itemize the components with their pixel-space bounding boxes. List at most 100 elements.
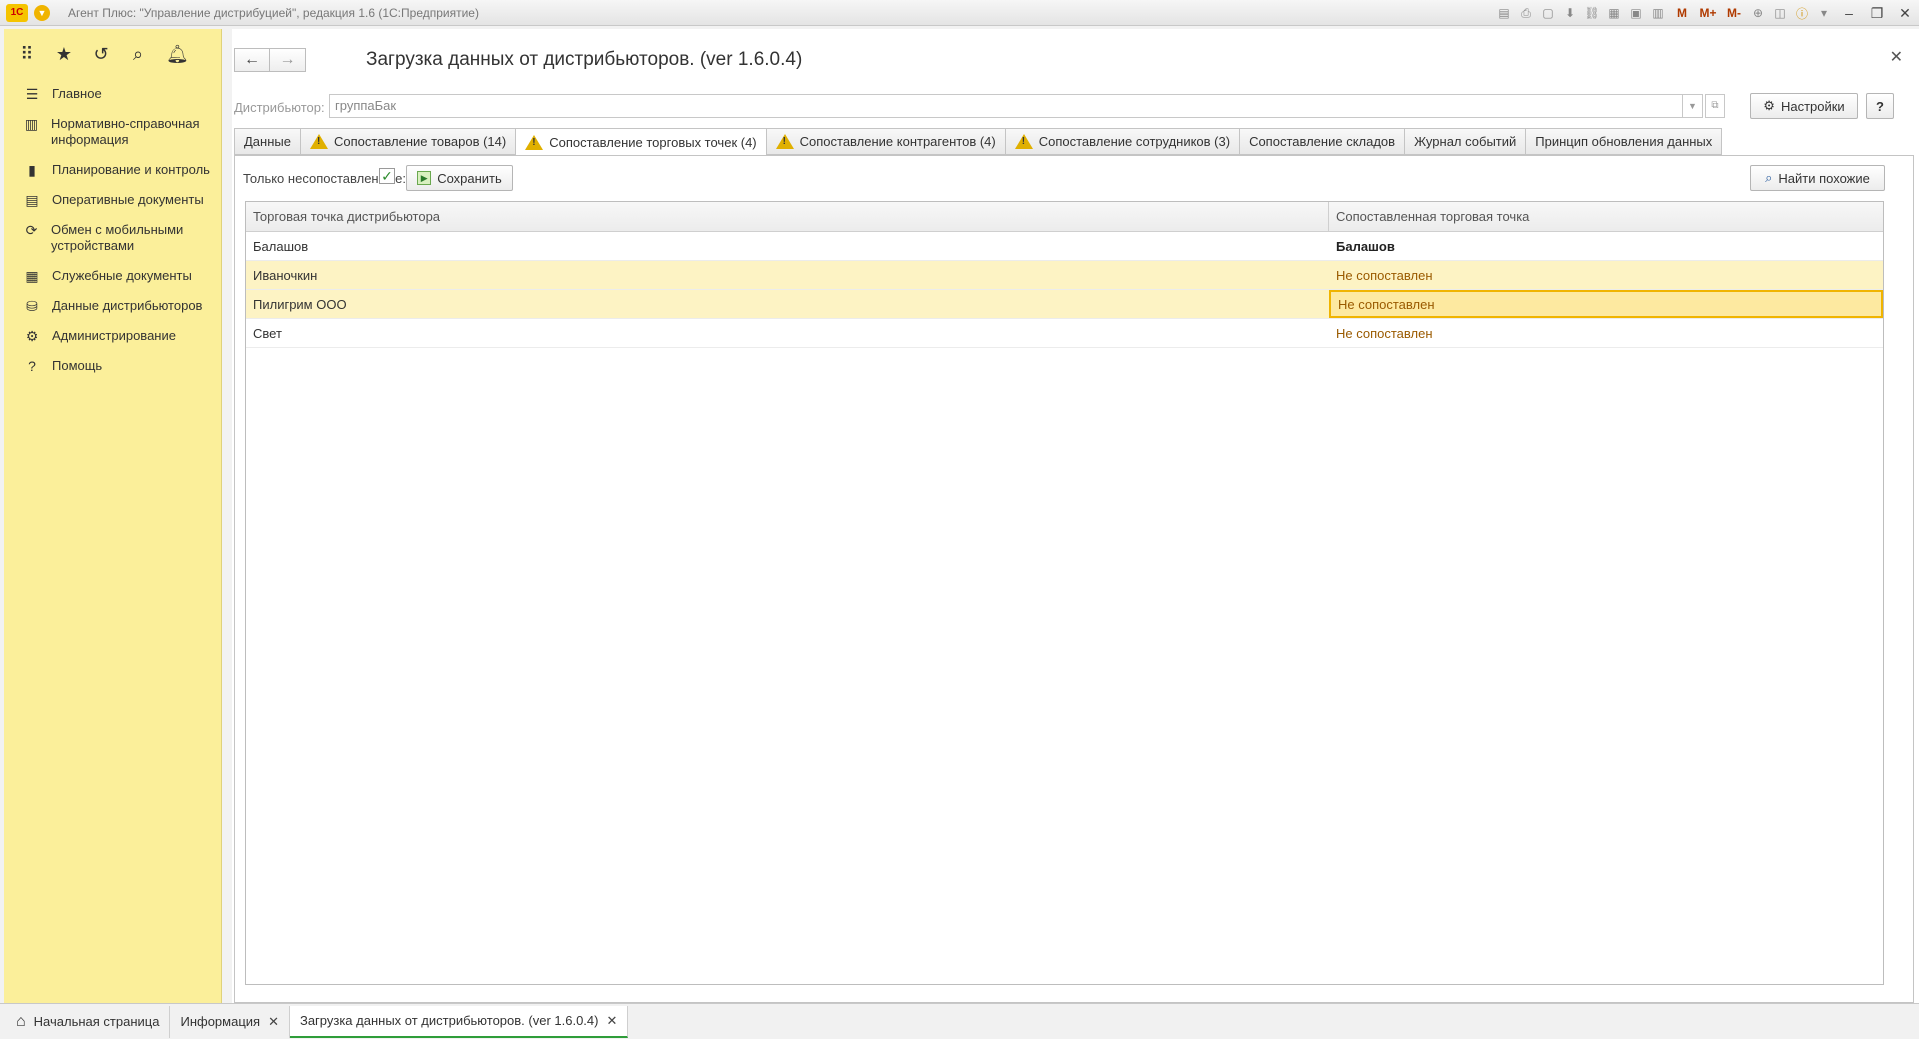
settings-button[interactable]: ⚙ Настройки [1750,93,1858,119]
cell-matched-outlet[interactable]: Не сопоставлен [1329,261,1883,289]
tab[interactable]: Сопоставление сотрудников (3) [1004,128,1240,155]
help-button[interactable]: ? [1866,93,1894,119]
forward-button[interactable]: → [270,48,306,72]
window-title: Агент Плюс: "Управление дистрибуцией", р… [68,5,479,20]
table-row[interactable]: Иваночкин Не сопоставлен [246,261,1883,290]
settings-label: Настройки [1780,98,1845,114]
window-close-icon[interactable]: ✕ [1891,2,1919,24]
table-row[interactable]: Балашов Балашов [246,232,1883,261]
distributor-dropdown-icon[interactable]: ▼ [1683,94,1703,118]
sidebar-item-label: Оперативные документы [52,192,204,207]
tab[interactable]: Принцип обновления данных [1525,128,1723,155]
distributor-data-icon: ⛁ [26,298,38,314]
sidebar-item[interactable]: ⟳ Обмен с мобильными устройствами [4,215,221,261]
gear-icon: ⚙ [25,328,39,344]
tab-bar: Данные Сопоставление товаров (14) Сопостав… [234,128,1723,156]
info-icon[interactable]: ⓘ [1791,2,1813,24]
column-header-distributor[interactable]: Торговая точка дистрибьютора [246,202,1329,231]
cell-distributor-outlet[interactable]: Свет [246,319,1329,347]
find-similar-label: Найти похожие [1778,170,1870,186]
download-icon[interactable]: ⬇ [1559,2,1581,24]
sidebar-item[interactable]: ? Помощь [4,351,221,381]
warning-icon [309,134,328,149]
back-button[interactable]: ← [234,48,270,72]
memory-button[interactable]: M [1669,2,1695,24]
only-unmatched-checkbox[interactable]: ✓ [379,168,395,184]
preview-icon[interactable]: ▢ [1537,2,1559,24]
sidebar-quick-icons: ⠿ ★ ↺ ⌕ 🔔︎ [4,29,221,79]
tab[interactable]: Данные [234,128,300,155]
bar-chart-icon: ▮ [28,162,36,178]
tab-label: Сопоставление торговых точек (4) [549,134,757,150]
link-icon[interactable]: ⛓ [1581,2,1603,24]
zoom-icon[interactable]: ⊕ [1747,2,1769,24]
table-icon[interactable]: ▦ [1603,2,1625,24]
tab[interactable]: Журнал событий [1404,128,1526,155]
tab-label: Сопоставление контрагентов (4) [799,134,996,149]
taskbar-tab-label: Информация [180,1014,261,1029]
sidebar: ⠿ ★ ↺ ⌕ 🔔︎ ☰ Главное ▥ Нормативно-справочна… [4,29,222,1003]
sidebar-item[interactable]: ▦ Служебные документы [4,261,221,291]
chevron-down-icon[interactable]: ▾ [1813,2,1835,24]
search-icon[interactable]: ⌕ [129,44,147,65]
notifications-bell-icon[interactable]: 🔔︎ [166,44,189,65]
close-tab-icon[interactable]: ✕ [606,1013,617,1029]
sidebar-item-label: Администрирование [52,328,176,343]
memory-plus-button[interactable]: M+ [1695,2,1721,24]
sidebar-item[interactable]: ▥ Нормативно-справочная информация [4,109,221,155]
sidebar-item[interactable]: ☰ Главное [4,79,221,109]
calendar-icon[interactable]: ▣ [1625,2,1647,24]
sidebar-item[interactable]: ▤ Оперативные документы [4,185,221,215]
form-close-icon[interactable]: ✕ [1890,47,1903,67]
tab[interactable]: Сопоставление складов [1239,128,1405,155]
tab[interactable]: Сопоставление торговых точек (4) [515,128,766,156]
table-row[interactable]: Пилигрим ООО Не сопоставлен [246,290,1883,319]
panels-icon[interactable]: ◫ [1769,2,1791,24]
find-similar-button[interactable]: ⌕ Найти похожие [1750,165,1885,191]
menu-lines-icon: ☰ [25,86,39,102]
sidebar-item-label: Помощь [52,358,103,373]
titlebar-toolbar: ▤ ⎙ ▢ ⬇ ⛓ ▦ ▣ ▥ M M+ M- ⊕ ◫ ⓘ ▾ – ❐ ✕ [1493,0,1919,26]
column-header-matched[interactable]: Сопоставленная торговая точка [1329,202,1883,231]
tab[interactable]: Сопоставление контрагентов (4) [765,128,1005,155]
sidebar-sections: ☰ Главное ▥ Нормативно-справочная информаци… [4,79,221,381]
taskbar-tab[interactable]: Загрузка данных от дистрибьюторов. (ver … [289,1005,629,1038]
taskbar-tab[interactable]: ⌂ Начальная страница [6,1005,171,1038]
distributor-field[interactable]: группаБак [329,94,1683,118]
tab[interactable]: Сопоставление товаров (14) [299,128,516,155]
app-logo-icon[interactable]: 1С [6,3,28,22]
history-icon[interactable]: ↺ [92,44,110,65]
print-icon[interactable]: ⎙ [1515,2,1537,24]
sidebar-item[interactable]: ⛁ Данные дистрибьюторов [4,291,221,321]
cell-matched-outlet[interactable]: Балашов [1329,232,1883,260]
tab-label: Принцип обновления данных [1535,134,1713,149]
cell-matched-outlet[interactable]: Не сопоставлен [1329,319,1883,347]
cell-distributor-outlet[interactable]: Пилигрим ООО [246,290,1329,318]
minimize-icon[interactable]: – [1835,2,1863,24]
save-button[interactable]: ▶ Сохранить [406,165,513,191]
tab-panel-outlets: Только несопоставленные: ✓ ▶ Сохранить ⌕… [234,155,1914,1003]
gear-icon: ⚙ [1763,98,1775,113]
sidebar-item[interactable]: ⚙ Администрирование [4,321,221,351]
cell-distributor-outlet[interactable]: Иваночкин [246,261,1329,289]
main-menu-icon[interactable]: ▼ [34,4,50,21]
cell-matched-outlet[interactable]: Не сопоставлен [1329,290,1883,318]
close-tab-icon[interactable]: ✕ [268,1014,279,1030]
taskbar-tab[interactable]: Информация ✕ [170,1005,290,1038]
table-body: Балашов Балашов Иваночкин Не сопоставлен Пил… [246,232,1883,348]
apps-grid-icon[interactable]: ⠿ [18,44,36,65]
calculator-icon[interactable]: ▥ [1647,2,1669,24]
save-icon[interactable]: ▤ [1493,2,1515,24]
sidebar-item[interactable]: ▮ Планирование и контроль [4,155,221,185]
outlets-table: Торговая точка дистрибьютора Сопоставлен… [245,201,1884,985]
restore-icon[interactable]: ❐ [1863,2,1891,24]
cell-distributor-outlet[interactable]: Балашов [246,232,1329,260]
memory-minus-button[interactable]: M- [1721,2,1747,24]
sync-icon: ⟳ [25,222,38,238]
distributor-open-icon[interactable]: ⧉ [1705,94,1725,118]
warning-icon [1014,134,1033,149]
favorites-star-icon[interactable]: ★ [55,44,73,65]
tab-label: Данные [244,134,291,149]
taskbar-tab-label: Начальная страница [33,1014,160,1029]
table-row[interactable]: Свет Не сопоставлен [246,319,1883,348]
